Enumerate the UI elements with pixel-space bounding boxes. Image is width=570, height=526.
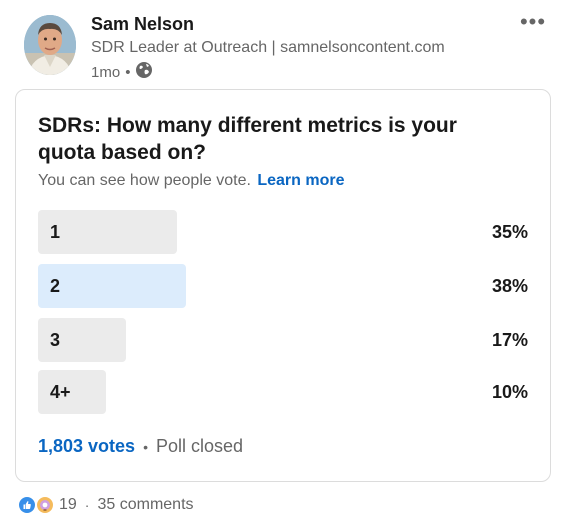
author-avatar[interactable] [24, 15, 76, 75]
poll-option-bar [38, 264, 186, 308]
author-name[interactable]: Sam Nelson [91, 14, 194, 35]
poll-option-label: 4+ [50, 382, 71, 402]
poll-option-label: 2 [50, 276, 61, 296]
poll-option-bar [38, 370, 106, 414]
poll-option-4[interactable]: 4+ 10% [38, 370, 528, 414]
poll-visibility-note: You can see how people vote. Learn more [38, 172, 345, 190]
like-icon[interactable] [17, 495, 37, 515]
globe-icon [135, 61, 153, 83]
social-separator: · [84, 497, 90, 513]
poll-option-label: 1 [50, 222, 61, 242]
poll-footer: 1,803 votes • Poll closed [38, 436, 243, 457]
poll-option-2[interactable]: 2 38% [38, 264, 528, 308]
more-options-button[interactable]: ••• [516, 10, 550, 34]
poll-option-3[interactable]: 3 17% [38, 318, 528, 362]
poll-option-label: 3 [50, 330, 61, 350]
poll-footer-separator: • [143, 438, 148, 455]
author-headline: SDR Leader at Outreach | samnelsonconten… [91, 39, 445, 56]
poll-visibility-text: You can see how people vote. [38, 172, 251, 189]
post-age: 1mo [91, 63, 121, 81]
poll-option-percent: 17% [491, 330, 528, 350]
poll-option-percent: 35% [491, 222, 528, 242]
comments-count[interactable]: 35 comments [97, 496, 193, 514]
poll-card: SDRs: How many different metrics is your… [15, 89, 551, 482]
learn-more-link[interactable]: Learn more [257, 172, 344, 189]
meta-separator: • [125, 63, 131, 81]
poll-option-percent: 10% [491, 382, 528, 402]
poll-question: SDRs: How many different metrics is your… [38, 114, 457, 164]
poll-option-percent: 38% [491, 276, 528, 296]
social-counts: 19 · 35 comments [17, 495, 194, 515]
insightful-icon[interactable] [35, 495, 55, 515]
poll-option-1[interactable]: 1 35% [38, 210, 528, 254]
poll-votes-link[interactable]: 1,803 votes [38, 436, 135, 457]
poll-status: Poll closed [155, 436, 244, 456]
reactions-count[interactable]: 19 [59, 496, 77, 514]
post-meta: 1mo • [91, 61, 153, 83]
